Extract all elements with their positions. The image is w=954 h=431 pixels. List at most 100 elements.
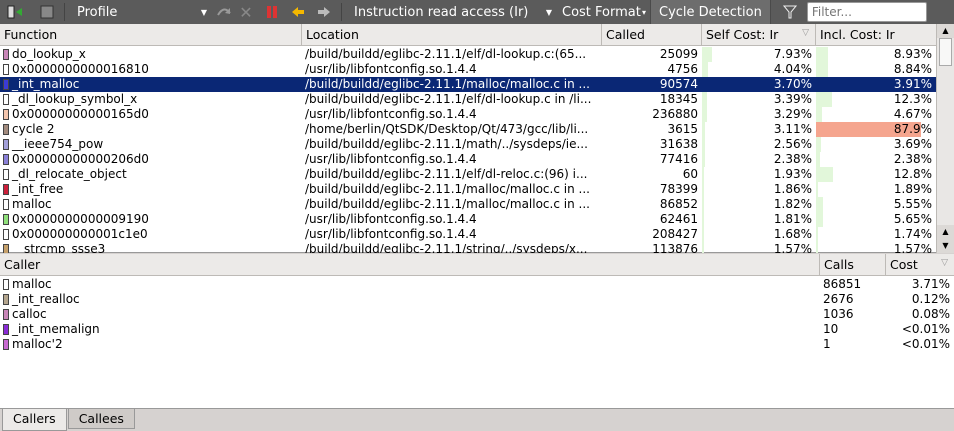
function-cell: cycle 2: [0, 122, 302, 137]
close-icon[interactable]: ✕: [235, 0, 257, 24]
called-cell: 3615: [667, 122, 698, 136]
function-name: do_lookup_x: [12, 47, 86, 61]
self-cost-bar: [702, 182, 704, 197]
cost-color-swatch: [3, 229, 9, 240]
table-row[interactable]: 0x000000000001c1e0/usr/lib/libfontconfig…: [0, 227, 936, 242]
function-name: 0x00000000000206d0: [12, 152, 149, 166]
cost-color-swatch: [3, 79, 9, 90]
called-cell: 86852: [659, 197, 698, 211]
callers-header: Caller Calls Cost ▽: [0, 254, 954, 276]
cost-color-swatch: [3, 339, 9, 350]
column-header-self-cost[interactable]: Self Cost: Ir ▽: [702, 24, 816, 46]
table-row[interactable]: malloc/build/buildd/eglibc-2.11.1/malloc…: [0, 197, 936, 212]
incl-cost-bar: [816, 167, 833, 182]
function-cell: _dl_relocate_object: [0, 167, 302, 182]
cycle-detection-toggle[interactable]: Cycle Detection: [650, 0, 771, 24]
column-header-caller[interactable]: Caller: [0, 254, 820, 276]
self-cost-cell: 3.29%: [702, 107, 816, 122]
chevron-down-icon: ▾: [641, 7, 646, 17]
filter-input[interactable]: [806, 2, 927, 22]
called-cell: 18345: [659, 92, 698, 106]
incl-cost-bar: [816, 242, 818, 253]
incl-cost-value: 12.3%: [893, 92, 932, 106]
profile-select[interactable]: Profile ▼: [71, 2, 211, 22]
incl-cost-bar: [816, 137, 821, 152]
function-name: _dl_lookup_symbol_x: [12, 92, 138, 106]
pause-icon[interactable]: [261, 0, 283, 24]
table-row[interactable]: calloc 1036 0.08%: [0, 307, 954, 322]
function-name: malloc: [12, 197, 52, 211]
called-cell: 4756: [667, 62, 698, 76]
table-row[interactable]: cycle 2/home/berlin/QtSDK/Desktop/Qt/473…: [0, 122, 936, 137]
caller-name: calloc: [12, 307, 47, 321]
function-list-table: Function Location Called Self Cost: Ir ▽…: [0, 24, 954, 253]
tab-callers[interactable]: Callers: [2, 409, 67, 431]
column-header-function[interactable]: Function: [0, 24, 302, 46]
table-row[interactable]: malloc'2 1 <0.01%: [0, 337, 954, 352]
table-row[interactable]: 0x00000000000206d0/usr/lib/libfontconfig…: [0, 152, 936, 167]
function-cell: malloc: [0, 197, 302, 212]
function-name: _dl_relocate_object: [12, 167, 127, 181]
caller-name: malloc'2: [12, 337, 63, 351]
scroll-down-icon[interactable]: ▼: [937, 239, 954, 253]
column-header-called[interactable]: Called: [602, 24, 702, 46]
arrow-left-icon[interactable]: [287, 0, 309, 24]
cost-format-button[interactable]: Cost Format ▾: [556, 2, 650, 22]
scroll-up-icon[interactable]: ▲: [937, 225, 954, 239]
table-row[interactable]: _int_free/build/buildd/eglibc-2.11.1/mal…: [0, 182, 936, 197]
self-cost-bar: [702, 47, 712, 62]
cycle-arrow-icon[interactable]: [213, 0, 235, 24]
event-type-select[interactable]: Instruction read access (Ir) ▼: [348, 2, 556, 22]
table-row[interactable]: _int_realloc 2676 0.12%: [0, 292, 954, 307]
self-cost-bar: [702, 167, 704, 182]
incl-cost-bar: [816, 47, 828, 62]
column-header-incl-cost[interactable]: Incl. Cost: Ir: [816, 24, 936, 46]
vertical-scrollbar[interactable]: ▲ ▲ ▼: [936, 24, 954, 253]
toolbar-separator: [341, 3, 342, 21]
tab-callees[interactable]: Callees: [67, 409, 135, 429]
cost-color-swatch: [3, 199, 9, 210]
filter-icon[interactable]: [779, 0, 801, 24]
called-cell: 60: [682, 167, 698, 181]
table-row[interactable]: _dl_lookup_symbol_x/build/buildd/eglibc-…: [0, 92, 936, 107]
table-row[interactable]: 0x0000000000009190/usr/lib/libfontconfig…: [0, 212, 936, 227]
table-row[interactable]: do_lookup_x/build/buildd/eglibc-2.11.1/e…: [0, 47, 936, 62]
self-cost-cell: 1.57%: [702, 242, 816, 253]
column-header-location[interactable]: Location: [302, 24, 602, 46]
table-row[interactable]: 0x00000000000165d0/usr/lib/libfontconfig…: [0, 107, 936, 122]
function-cell: __strcmp_ssse3: [0, 242, 302, 253]
stop-icon[interactable]: [36, 0, 58, 24]
table-row[interactable]: __strcmp_ssse3/build/buildd/eglibc-2.11.…: [0, 242, 936, 253]
incl-cost-bar: [816, 152, 820, 167]
back-icon[interactable]: [4, 0, 26, 24]
table-row[interactable]: malloc 86851 3.71%: [0, 277, 954, 292]
incl-cost-value: 12.8%: [893, 167, 932, 181]
table-row[interactable]: _int_memalign 10 <0.01%: [0, 322, 954, 337]
scrollbar-thumb[interactable]: [939, 38, 952, 66]
sort-desc-icon: ▽: [802, 28, 809, 38]
self-cost-bar: [702, 62, 708, 77]
column-header-calls[interactable]: Calls: [820, 254, 886, 276]
callers-table: Caller Calls Cost ▽ malloc 86851 3.71% _int…: [0, 254, 954, 408]
called-cell: 77416: [659, 152, 698, 166]
function-cell: 0x0000000000009190: [0, 212, 302, 227]
incl-cost-value: 3.69%: [893, 137, 932, 151]
arrow-right-icon[interactable]: [313, 0, 335, 24]
incl-cost-value: 5.55%: [893, 197, 932, 211]
location-cell: /build/buildd/eglibc-2.11.1/malloc/mallo…: [305, 77, 590, 91]
self-cost-value: 2.38%: [773, 152, 812, 166]
caller-name: malloc: [12, 277, 52, 291]
column-header-cost[interactable]: Cost ▽: [886, 254, 954, 276]
self-cost-cell: 1.81%: [702, 212, 816, 227]
table-row[interactable]: _int_malloc/build/buildd/eglibc-2.11.1/m…: [0, 77, 936, 92]
table-row[interactable]: 0x0000000000016810/usr/lib/libfontconfig…: [0, 62, 936, 77]
table-row[interactable]: _dl_relocate_object/build/buildd/eglibc-…: [0, 167, 936, 182]
self-cost-value: 1.86%: [773, 182, 812, 196]
self-cost-value: 1.57%: [773, 242, 812, 253]
function-name: 0x000000000001c1e0: [12, 227, 148, 241]
scroll-up-icon[interactable]: ▲: [937, 24, 954, 38]
toolbar-separator: [64, 3, 65, 21]
location-cell: /build/buildd/eglibc-2.11.1/elf/dl-reloc…: [305, 167, 588, 181]
function-cell: 0x0000000000016810: [0, 62, 302, 77]
table-row[interactable]: __ieee754_pow/build/buildd/eglibc-2.11.1…: [0, 137, 936, 152]
